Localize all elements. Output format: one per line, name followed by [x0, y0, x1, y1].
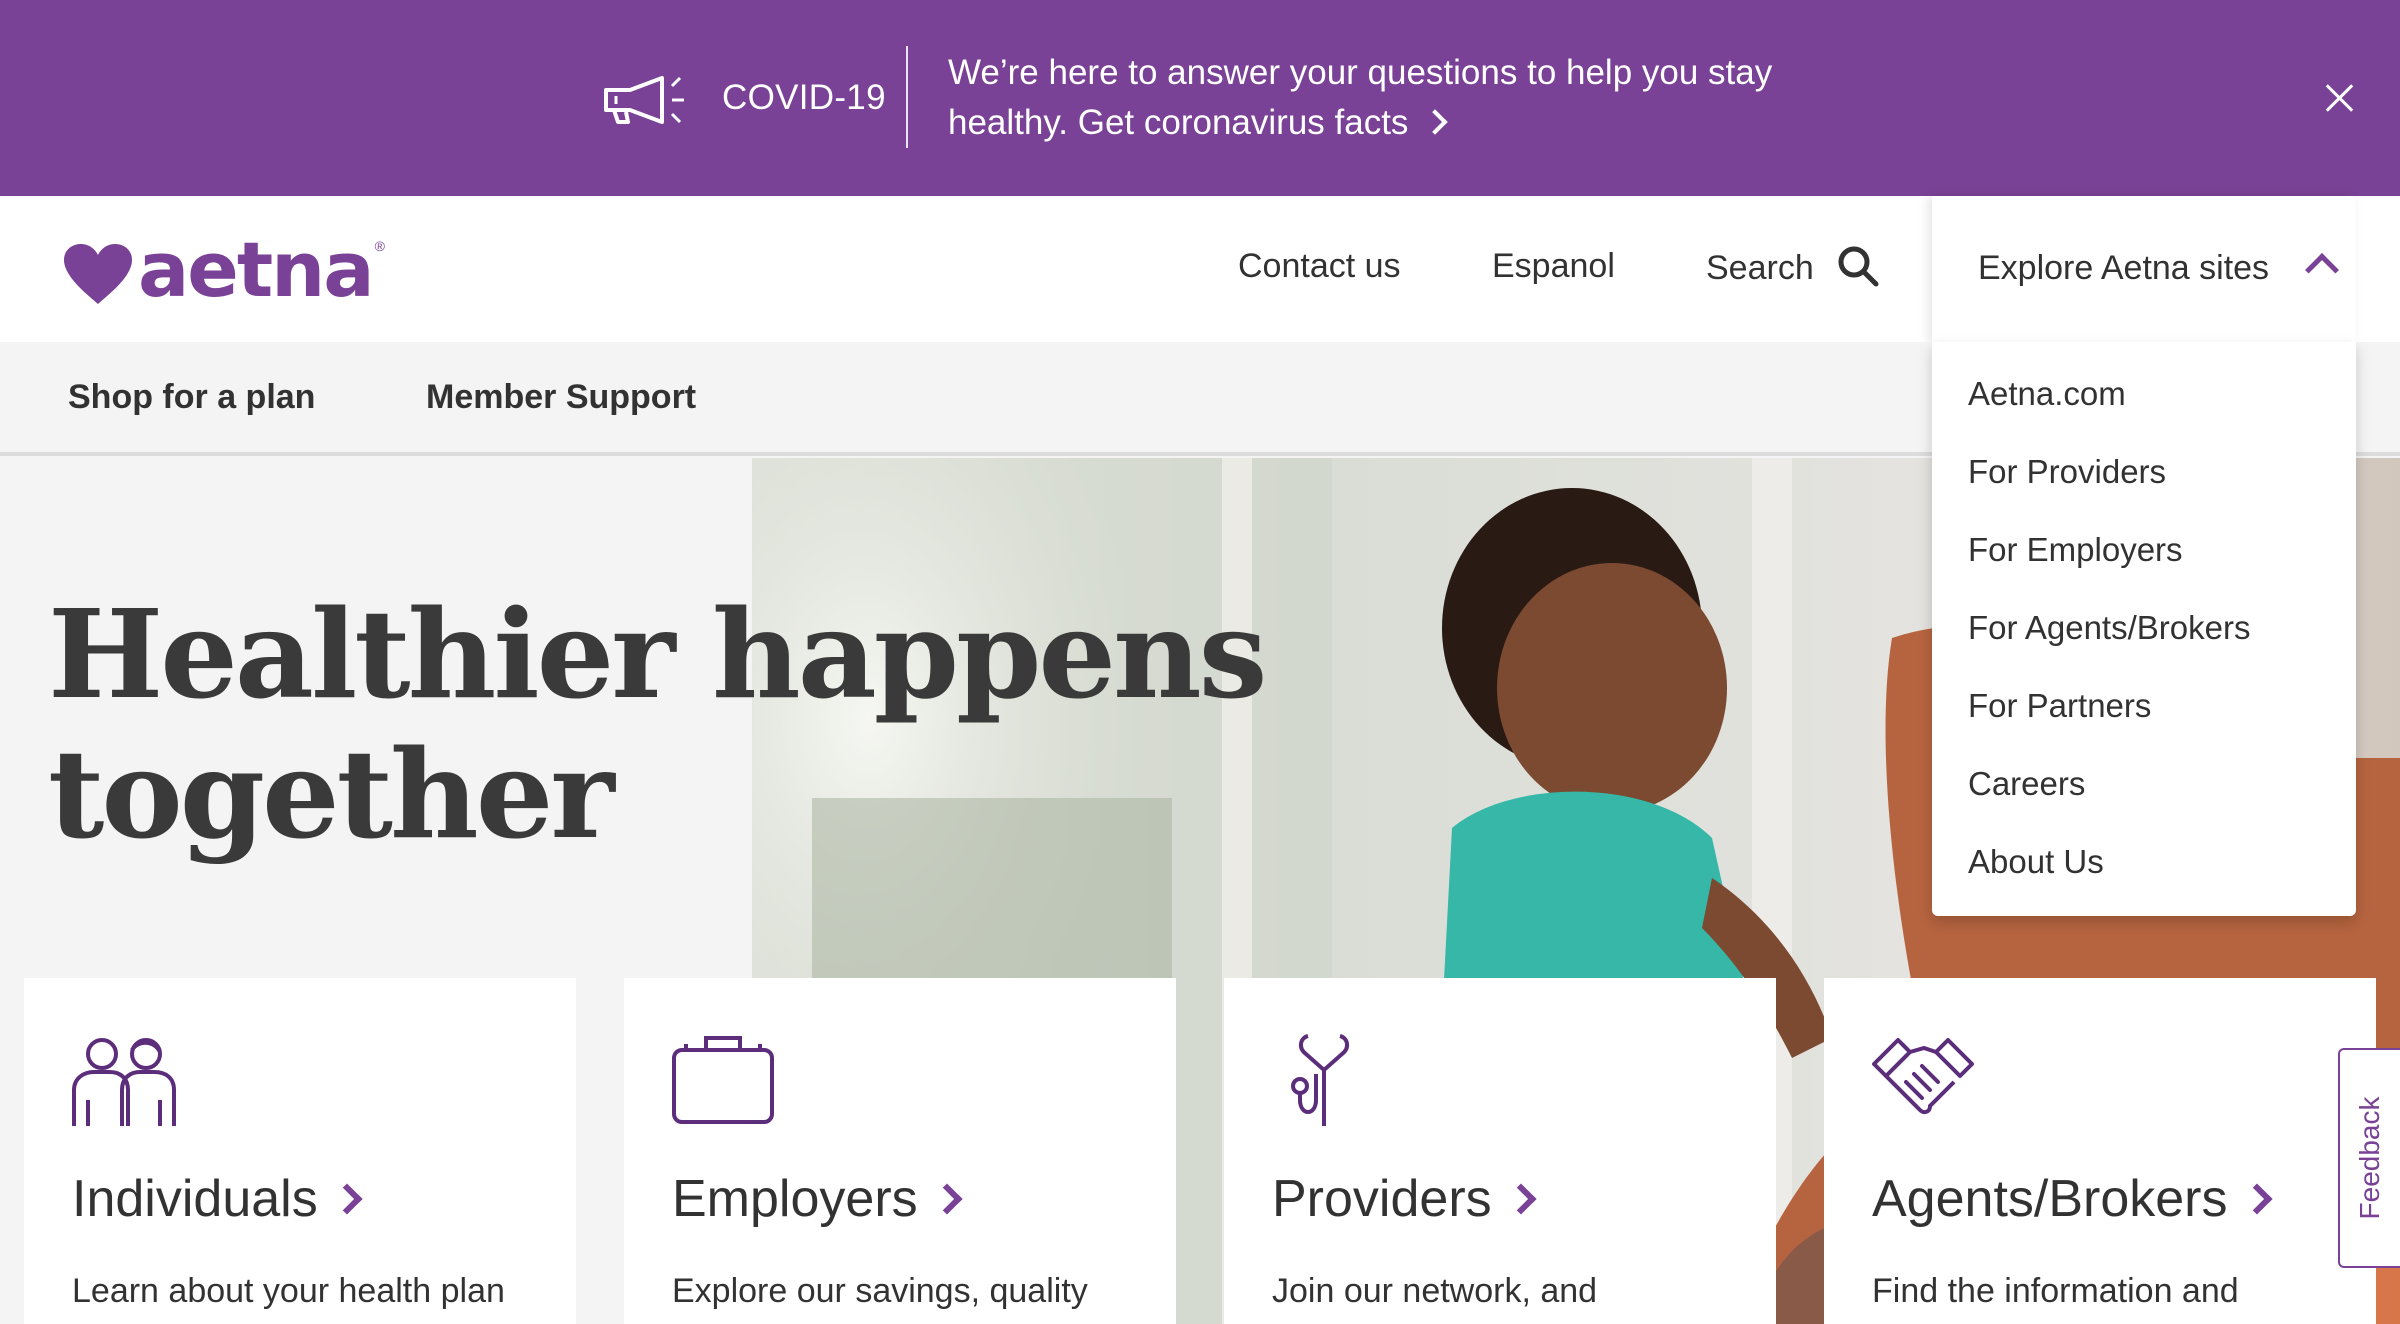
people-icon	[72, 1038, 176, 1126]
chevron-right-icon	[2240, 1183, 2273, 1215]
hero-headline-line2: together	[48, 722, 615, 866]
briefcase-icon	[672, 1036, 774, 1124]
covid-tag: COVID-19	[722, 78, 886, 117]
search-link[interactable]: Search	[1706, 246, 1814, 290]
card-title-label: Agents/Brokers	[1872, 1170, 2228, 1228]
megaphone-icon	[604, 76, 684, 124]
banner-divider	[906, 46, 908, 148]
card-title[interactable]: Employers	[672, 1168, 963, 1230]
card-title-label: Providers	[1272, 1170, 1492, 1228]
site-header: aetna ® Contact us Espanol Search Explor…	[0, 196, 2400, 342]
card-title[interactable]: Agents/Brokers	[1872, 1168, 2273, 1230]
feedback-tab[interactable]: Feedback	[2338, 1048, 2400, 1268]
card-title[interactable]: Individuals	[72, 1168, 363, 1230]
logo-wordmark: aetna	[138, 225, 375, 314]
close-icon[interactable]	[2322, 80, 2358, 116]
chevron-right-icon	[1505, 1183, 1537, 1215]
explore-aetna-sites-button[interactable]: Explore Aetna sites	[1932, 196, 2356, 342]
dropdown-item-about-us[interactable]: About Us	[1968, 840, 2104, 884]
coronavirus-facts-link[interactable]: Get coronavirus facts	[1077, 103, 1449, 142]
dropdown-item-aetna-com[interactable]: Aetna.com	[1968, 372, 2126, 416]
coronavirus-facts-label: Get coronavirus facts	[1077, 103, 1409, 142]
hero-headline: Healthier happens together	[48, 582, 1267, 866]
stethoscope-icon	[1291, 1034, 1349, 1126]
hero-headline-line1: Healthier happens	[48, 582, 1267, 726]
explore-sites-dropdown: Aetna.com For Providers For Employers Fo…	[1932, 342, 2356, 916]
chevron-up-icon	[2305, 253, 2339, 287]
registered-mark: ®	[374, 238, 385, 254]
explore-label: Explore Aetna sites	[1978, 249, 2270, 287]
dropdown-item-providers[interactable]: For Providers	[1968, 450, 2166, 494]
card-description: Explore our savings, quality	[672, 1272, 1088, 1310]
search-icon[interactable]	[1836, 244, 1880, 288]
card-title-label: Employers	[672, 1170, 918, 1228]
chevron-right-icon	[931, 1183, 963, 1215]
shop-for-a-plan-link[interactable]: Shop for a plan	[68, 374, 315, 420]
dropdown-item-partners[interactable]: For Partners	[1968, 684, 2151, 728]
chevron-right-icon	[1422, 109, 1449, 135]
heart-icon	[64, 244, 132, 304]
covid-banner: COVID-19 We’re here to answer your quest…	[0, 0, 2400, 196]
card-title-label: Individuals	[72, 1170, 318, 1228]
aetna-logo[interactable]: aetna ®	[62, 232, 385, 308]
card-agents-brokers[interactable]: Agents/Brokers Find the information and	[1824, 978, 2376, 1324]
contact-us-link[interactable]: Contact us	[1238, 244, 1401, 288]
card-description: Join our network, and	[1272, 1272, 1598, 1310]
dropdown-item-agents-brokers[interactable]: For Agents/Brokers	[1968, 606, 2250, 650]
card-individuals[interactable]: Individuals Learn about your health plan	[24, 978, 576, 1324]
card-title[interactable]: Providers	[1272, 1168, 1537, 1230]
card-description: Find the information and	[1872, 1272, 2239, 1310]
member-support-link[interactable]: Member Support	[426, 374, 696, 420]
card-providers[interactable]: Providers Join our network, and	[1224, 978, 1776, 1324]
feedback-label: Feedback	[2354, 1096, 2385, 1220]
dropdown-item-careers[interactable]: Careers	[1968, 762, 2085, 806]
espanol-link[interactable]: Espanol	[1492, 244, 1615, 288]
dropdown-item-employers[interactable]: For Employers	[1968, 528, 2183, 572]
banner-message: We’re here to answer your questions to h…	[948, 48, 1808, 148]
chevron-right-icon	[331, 1183, 363, 1215]
card-employers[interactable]: Employers Explore our savings, quality	[624, 978, 1176, 1324]
card-description: Learn about your health plan	[72, 1272, 505, 1310]
handshake-icon	[1872, 1038, 1974, 1115]
